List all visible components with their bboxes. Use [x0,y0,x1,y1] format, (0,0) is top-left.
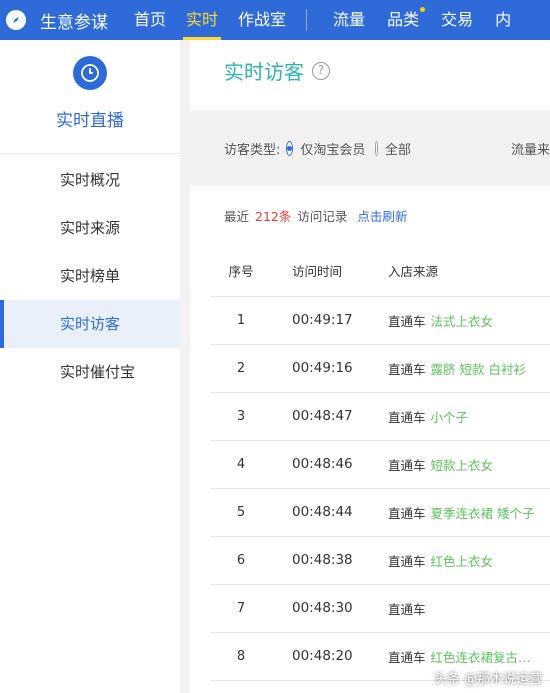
source-keyword[interactable]: 夏季连衣裙 矮个子 [431,506,535,521]
nav-divider [306,9,308,31]
source-keyword[interactable]: 红色上衣女 [431,554,494,569]
source-channel: 直通车 [388,409,426,425]
nav-war-room[interactable]: 作战室 [238,0,286,40]
row-time: 00:48:38 [272,536,380,585]
row-index: 4 [210,440,272,489]
sidebar-header: 实时直播 [0,40,180,154]
row-time: 00:49:17 [272,296,380,345]
source-channel: 直通车 [388,553,426,569]
refresh-link[interactable]: 点击刷新 [357,209,407,224]
compass-icon [6,10,26,30]
nav-home[interactable]: 首页 [134,0,166,40]
sidebar-item-overview[interactable]: 实时概况 [0,156,180,204]
top-nav-bar: 生意参谋 首页 实时 作战室 流量 品类 交易 内 [0,0,550,40]
main-panel: 实时访客 ? 访客类型: 仅淘宝会员 全部 流量来 最近 212条 访问记录 点击刷新… [190,40,550,693]
source-channel: 直通车 [388,361,426,377]
table-row[interactable]: 1 00:49:17 直通车 法式上衣女 [210,296,550,345]
summary-prefix: 最近 [224,209,250,224]
nav-content[interactable]: 内 [495,0,511,40]
records-summary: 最近 212条 访问记录 点击刷新 [224,206,407,225]
row-source: 直通车 夏季连衣裙 矮个子 [380,488,550,537]
notification-dot [420,7,426,12]
clock-icon [73,56,107,90]
row-source: 直通车 露脐 短款 白衬衫 [380,344,550,393]
radio-taobao-members-label[interactable]: 仅淘宝会员 [300,139,365,158]
source-keyword[interactable]: 红色连衣裙复古… [431,650,531,665]
source-keyword[interactable]: 露脐 短款 白衬衫 [431,362,526,377]
visitor-type-label: 访客类型: [224,142,281,158]
sidebar-item-visitors[interactable]: 实时访客 [0,300,180,348]
source-channel: 直通车 [388,313,426,329]
radio-all[interactable] [375,140,378,156]
source-channel: 直通车 [388,457,426,473]
source-channel: 直通车 [388,649,426,665]
app-logo[interactable]: 生意参谋 [6,8,108,33]
row-index: 7 [210,584,272,633]
source-channel: 直通车 [388,505,426,521]
table-row[interactable]: 7 00:48:30 直通车 [210,584,550,633]
traffic-source-label: 流量来 [510,142,550,158]
nav-realtime[interactable]: 实时 [183,0,222,40]
radio-taobao-members[interactable] [286,140,294,156]
row-index: 1 [210,296,272,345]
row-index: 5 [210,488,272,537]
summary-suffix: 访问记录 [297,209,348,224]
table-row[interactable]: 5 00:48:44 直通车 夏季连衣裙 矮个子 [210,488,550,537]
row-time: 00:48:44 [272,488,380,537]
row-source: 直通车 法式上衣女 [380,296,550,345]
row-time: 00:49:16 [272,344,380,393]
table-row[interactable]: 4 00:48:46 直通车 短款上衣女 [210,440,550,489]
col-entry-source: 入店来源 [380,246,550,297]
row-source: 直通车 [380,584,550,633]
table-row[interactable]: 3 00:48:47 直通车 小个子 [210,392,550,441]
record-count: 212条 [255,209,292,224]
row-index: 8 [210,632,272,681]
table-body: 1 00:49:17 直通车 法式上衣女 2 00:49:16 直通车 露脐 短款 … [210,296,550,681]
row-index: 6 [210,536,272,585]
sidebar: 实时直播 实时概况 实时来源 实时榜单 实时访客 实时催付宝 [0,40,180,693]
source-keyword[interactable]: 短款上衣女 [431,458,494,473]
row-time: 00:48:30 [272,584,380,633]
row-source: 直通车 小个子 [380,392,550,441]
nav-trade[interactable]: 交易 [441,0,473,40]
row-source: 直通车 短款上衣女 [380,440,550,489]
row-time: 00:48:20 [272,632,380,681]
row-time: 00:48:47 [272,392,380,441]
row-index: 2 [210,344,272,393]
table-row[interactable]: 6 00:48:38 直通车 红色上衣女 [210,536,550,585]
source-channel: 直通车 [388,601,426,617]
source-keyword[interactable]: 小个子 [431,410,469,425]
watermark: 头条 @那木说运营 [433,672,542,687]
row-time: 00:48:46 [272,440,380,489]
sidebar-title: 实时直播 [56,111,124,131]
row-index: 3 [210,392,272,441]
sidebar-menu: 实时概况 实时来源 实时榜单 实时访客 实时催付宝 [0,156,180,396]
source-keyword[interactable]: 法式上衣女 [431,314,494,329]
page-title: 实时访客 ? [224,56,330,85]
radio-all-label[interactable]: 全部 [385,139,411,158]
visitor-table: 序号 访问时间 入店来源 1 00:49:17 直通车 法式上衣女 2 00:49… [210,246,550,681]
main-nav: 首页 实时 作战室 流量 品类 交易 内 [134,0,511,40]
app-name: 生意参谋 [40,12,108,33]
row-source: 直通车 红色上衣女 [380,536,550,585]
sidebar-item-sources[interactable]: 实时来源 [0,204,180,252]
nav-traffic[interactable]: 流量 [333,0,365,40]
table-row[interactable]: 2 00:49:16 直通车 露脐 短款 白衬衫 [210,344,550,393]
nav-category-label: 品类 [387,10,420,29]
sidebar-item-payment-reminder[interactable]: 实时催付宝 [0,348,180,396]
sidebar-item-rankings[interactable]: 实时榜单 [0,252,180,300]
nav-category[interactable]: 品类 [387,0,426,40]
table-header-row: 序号 访问时间 入店来源 [210,246,550,297]
col-index: 序号 [210,246,272,297]
col-visit-time: 访问时间 [272,246,380,297]
visitor-filter-bar: 访客类型: 仅淘宝会员 全部 流量来 [190,110,550,186]
question-icon[interactable]: ? [312,61,330,80]
page-title-text: 实时访客 [224,60,304,84]
